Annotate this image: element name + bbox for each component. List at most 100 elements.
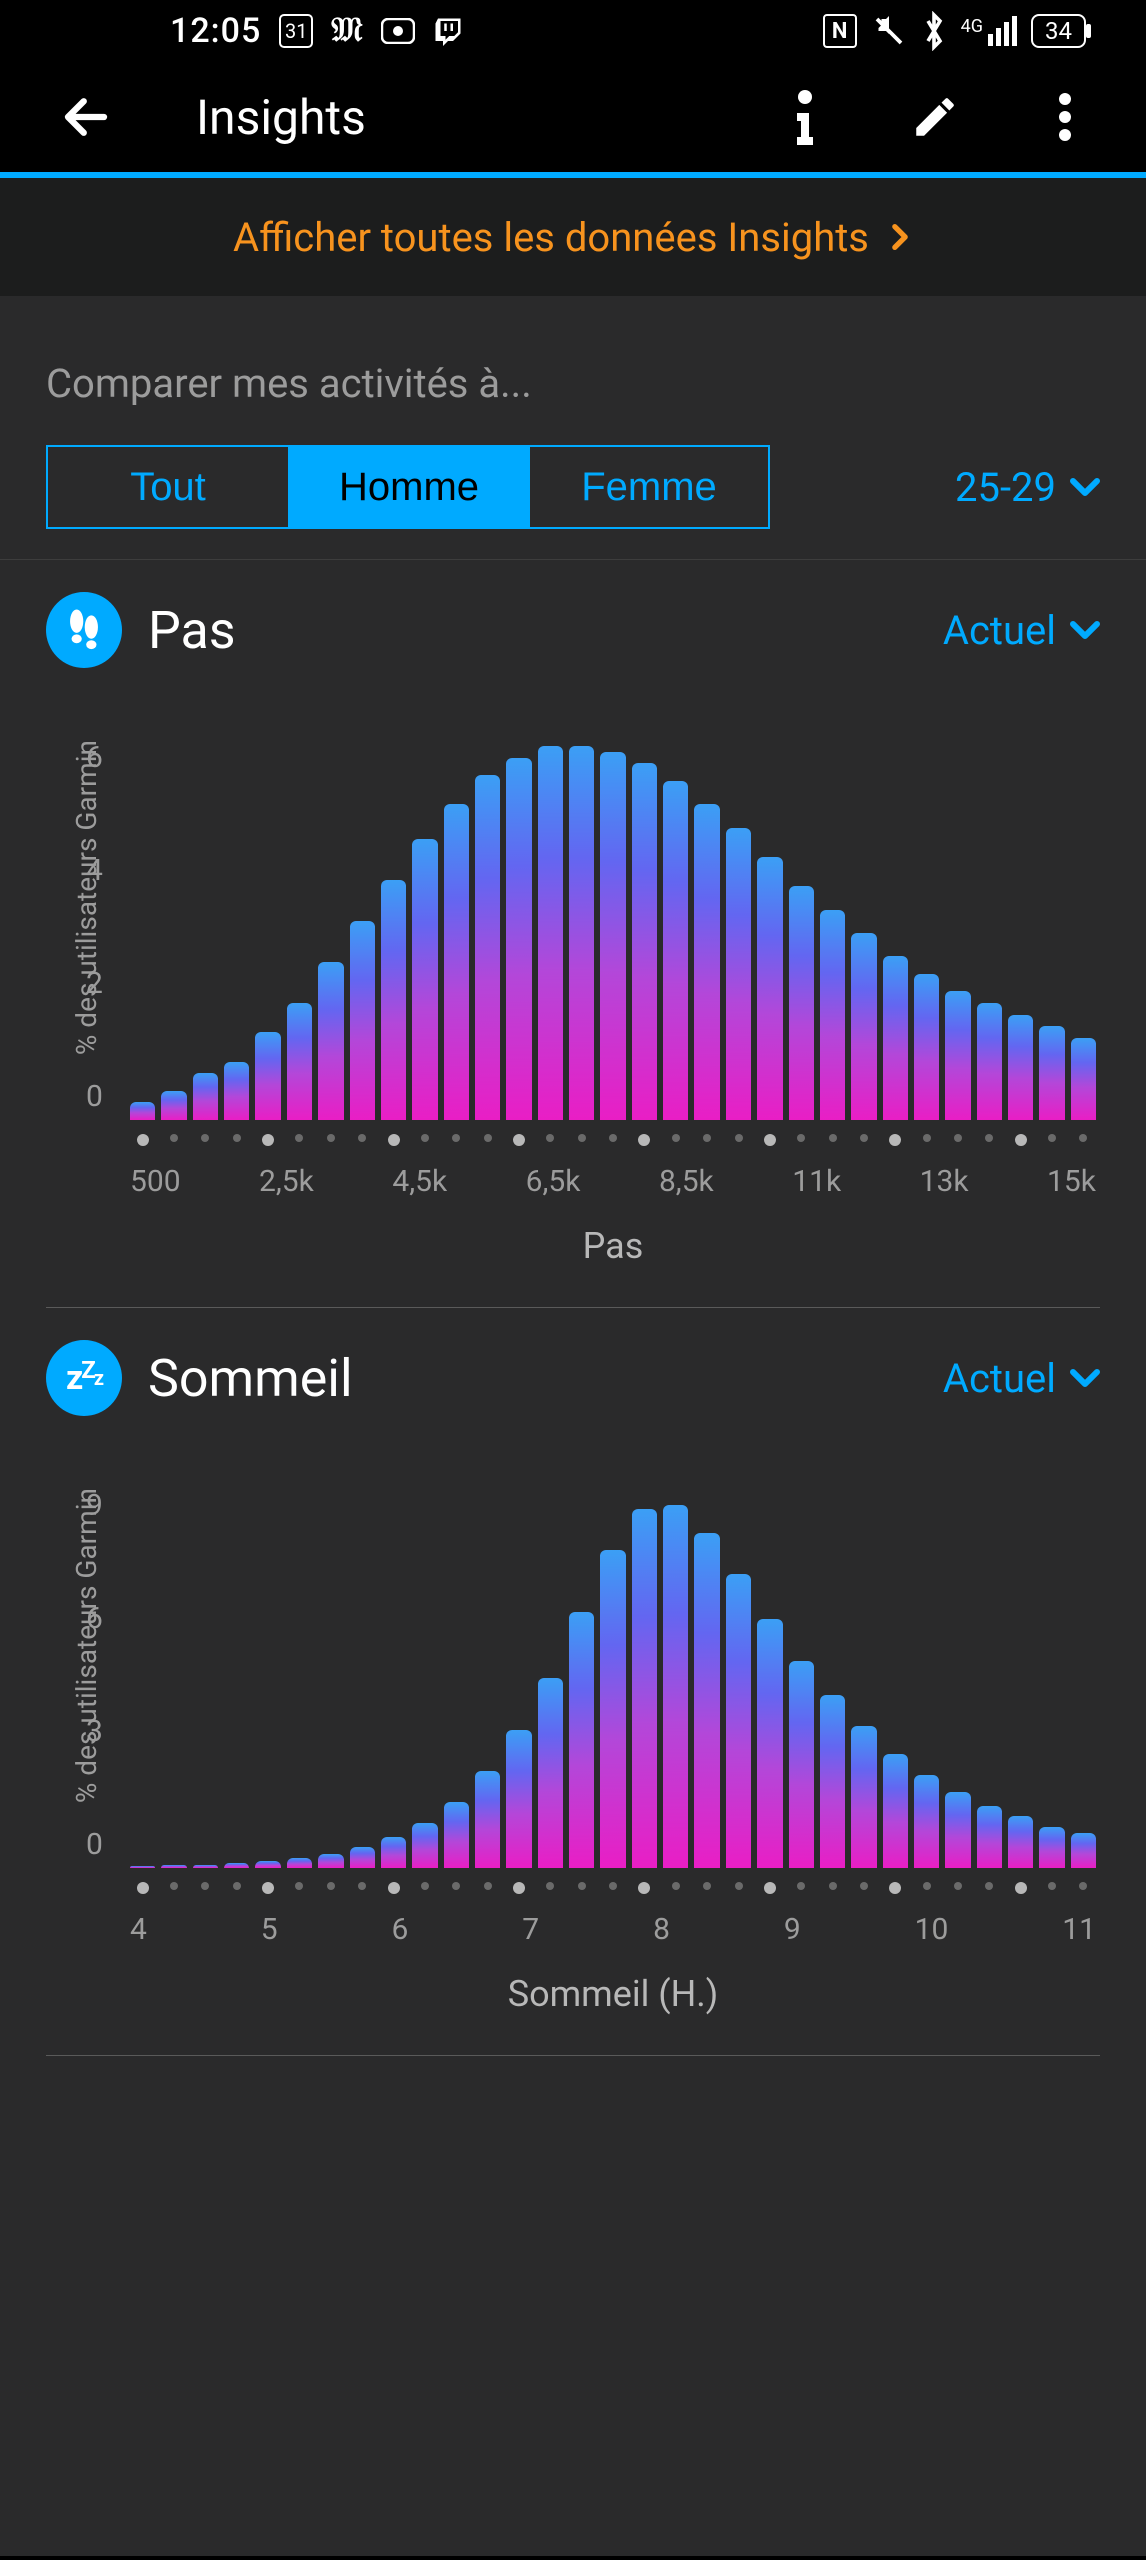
steps-period-dropdown[interactable]: Actuel (943, 607, 1100, 654)
x-tick: 15k (1047, 1164, 1096, 1199)
chart-bar (255, 1861, 280, 1868)
axis-dot (600, 1134, 625, 1146)
axis-dot (538, 1134, 563, 1146)
x-tick: 9 (784, 1912, 801, 1947)
x-tick: 6 (392, 1912, 409, 1947)
x-tick: 13k (920, 1164, 969, 1199)
x-tick: 5 (261, 1912, 278, 1947)
sleep-x-label: Sommeil (H.) (126, 1973, 1100, 2015)
axis-dot (193, 1882, 218, 1894)
chart-bar (255, 1032, 280, 1120)
axis-dot (569, 1882, 594, 1894)
x-tick: 8,5k (659, 1164, 714, 1199)
chart-bar (663, 781, 688, 1120)
axis-dot (914, 1882, 939, 1894)
axis-dot (506, 1882, 531, 1894)
axis-dot (820, 1134, 845, 1146)
chart-bar (883, 956, 908, 1120)
show-all-insights-button[interactable]: Afficher toutes les données Insights (0, 178, 1146, 296)
axis-dot (287, 1882, 312, 1894)
segment-female[interactable]: Femme (528, 447, 768, 527)
chart-bar (914, 1775, 939, 1868)
sleep-period-label: Actuel (943, 1355, 1056, 1402)
y-tick: 0 (86, 1827, 103, 1862)
info-icon[interactable] (780, 92, 830, 142)
y-tick: 9 (86, 1488, 103, 1523)
axis-dot (255, 1134, 280, 1146)
divider (46, 2055, 1100, 2056)
axis-dot (600, 1882, 625, 1894)
axis-dot (1071, 1882, 1096, 1894)
chart-bar (977, 1003, 1002, 1120)
chart-bar (1071, 1038, 1096, 1120)
chart-bar (757, 857, 782, 1120)
chart-bar (569, 1612, 594, 1868)
chevron-down-icon (1070, 615, 1100, 645)
axis-dot (569, 1134, 594, 1146)
steps-card: Pas Actuel % des utilisateurs Garmin 6 4… (0, 560, 1146, 1308)
axis-dot (506, 1134, 531, 1146)
axis-dot (726, 1134, 751, 1146)
axis-dot (318, 1882, 343, 1894)
sleep-chart: % des utilisateurs Garmin 9 6 3 0 456789… (46, 1488, 1100, 2015)
calendar-icon: 31 (279, 14, 313, 48)
x-tick: 6,5k (526, 1164, 581, 1199)
chart-bar (287, 1858, 312, 1868)
x-tick: 10 (915, 1912, 949, 1947)
chart-bar (945, 991, 970, 1120)
chevron-down-icon (1070, 1363, 1100, 1393)
axis-dot (1008, 1882, 1033, 1894)
newspaper-icon: 𝔐 (331, 12, 362, 50)
chart-bar (130, 1866, 155, 1868)
axis-dot (820, 1882, 845, 1894)
more-icon[interactable] (1040, 92, 1090, 142)
sleep-title: Sommeil (148, 1348, 353, 1409)
chart-bar (851, 933, 876, 1120)
axis-dot (193, 1134, 218, 1146)
compare-label: Comparer mes activités à... (46, 360, 1100, 407)
chart-bar (381, 1837, 406, 1868)
axis-dot (757, 1134, 782, 1146)
chart-bar (914, 974, 939, 1120)
axis-dot (851, 1134, 876, 1146)
chart-bar (412, 839, 437, 1120)
app-header: Insights (0, 62, 1146, 172)
steps-chart: % des utilisateurs Garmin 6 4 2 0 5002,5… (46, 740, 1100, 1267)
axis-dot (663, 1134, 688, 1146)
chart-bar (538, 746, 563, 1120)
axis-dot (224, 1882, 249, 1894)
y-tick: 6 (86, 740, 103, 775)
back-button[interactable] (56, 87, 116, 147)
sleep-period-dropdown[interactable]: Actuel (943, 1355, 1100, 1402)
chart-bar (161, 1865, 186, 1868)
chart-bar (444, 804, 469, 1120)
axis-dot (632, 1882, 657, 1894)
x-tick: 7 (522, 1912, 539, 1947)
camera-icon (381, 18, 415, 44)
signal-4g-icon: 4G (961, 16, 1017, 46)
axis-dot (255, 1882, 280, 1894)
axis-dot (1071, 1134, 1096, 1146)
axis-dot (945, 1134, 970, 1146)
chart-bar (1039, 1827, 1064, 1868)
steps-title: Pas (148, 600, 236, 661)
chart-bar (632, 1509, 657, 1868)
axis-dot (663, 1882, 688, 1894)
chart-bar (600, 1550, 625, 1868)
chart-bar (1071, 1833, 1096, 1868)
segment-male[interactable]: Homme (288, 447, 528, 527)
chart-bar (161, 1091, 186, 1120)
chart-bar (506, 1730, 531, 1868)
axis-dot (475, 1134, 500, 1146)
x-tick: 4 (130, 1912, 147, 1947)
axis-dot (381, 1882, 406, 1894)
chart-bar (475, 1771, 500, 1868)
axis-dot (538, 1882, 563, 1894)
segment-all[interactable]: Tout (48, 447, 288, 527)
axis-dot (475, 1882, 500, 1894)
show-all-label: Afficher toutes les données Insights (233, 214, 869, 261)
age-range-dropdown[interactable]: 25-29 (955, 464, 1100, 511)
chart-bar (475, 775, 500, 1120)
edit-icon[interactable] (910, 92, 960, 142)
chart-bar (193, 1073, 218, 1120)
